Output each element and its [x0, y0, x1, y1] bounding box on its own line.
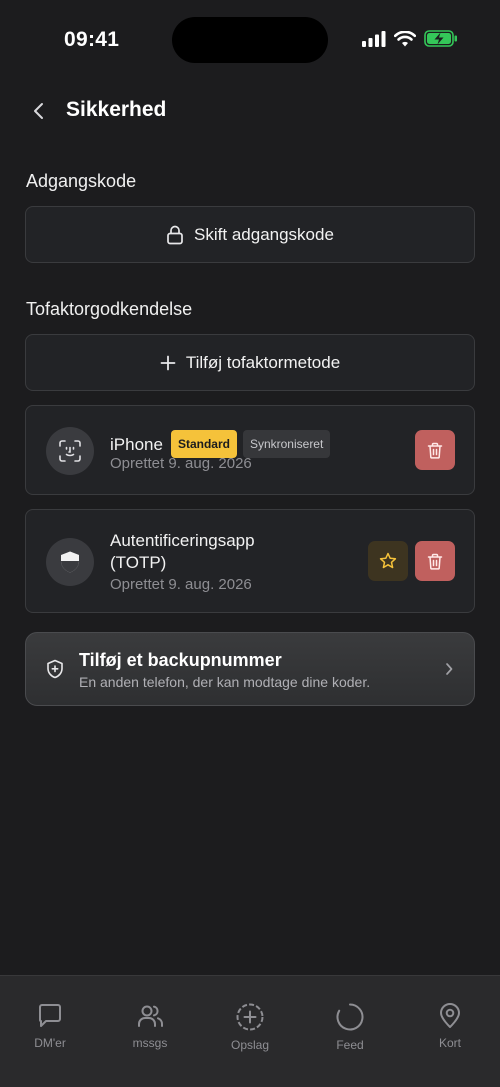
header: Sikkerhed	[0, 90, 500, 132]
tab-label: mssgs	[132, 1036, 168, 1050]
method-created: Oprettet 9. aug. 2026	[110, 576, 252, 593]
shield-plus-icon	[47, 659, 63, 679]
add-backup-number-card[interactable]: Tilføj et backupnummer En anden telefon,…	[25, 632, 475, 706]
password-section-title: Adgangskode	[26, 171, 137, 191]
method-avatar	[46, 538, 94, 586]
shield-icon	[61, 551, 79, 573]
map-pin-icon	[440, 1003, 460, 1028]
delete-iphone-method-button[interactable]	[415, 430, 455, 470]
lock-icon	[167, 225, 183, 244]
tab-mssgs[interactable]: mssgs	[115, 1002, 185, 1050]
circle-icon	[336, 1003, 364, 1031]
status-time: 09:41	[64, 28, 120, 51]
add-twofa-method-button[interactable]: Tilføj tofaktormetode	[25, 334, 475, 391]
security-screen: 09:41 Sikkerhed Adgangskode Skift adgang…	[0, 0, 500, 1087]
status-icons	[362, 30, 458, 47]
chevron-right-icon	[446, 663, 453, 675]
users-icon	[138, 1005, 164, 1027]
method-avatar	[46, 427, 94, 475]
star-icon	[379, 552, 397, 569]
standard-badge: Standard	[170, 430, 237, 458]
wifi-icon	[394, 30, 416, 46]
page-title: Sikkerhed	[66, 98, 167, 121]
twofa-method-totp: Autentificeringsapp (TOTP) Oprettet 9. a…	[25, 509, 475, 613]
method-name-row: iPhone Standard Synkroniseret	[110, 430, 331, 458]
twofa-section-title: Tofaktorgodkendelse	[26, 299, 193, 319]
add-twofa-method-label: Tilføj tofaktormetode	[185, 352, 341, 372]
tab-label: Opslag	[230, 1038, 270, 1052]
change-password-label: Skift adgangskode	[194, 224, 334, 244]
delete-totp-method-button[interactable]	[415, 541, 455, 581]
face-id-icon	[59, 440, 81, 462]
back-button[interactable]	[24, 96, 54, 126]
tab-label: DM'er	[34, 1036, 66, 1050]
trash-icon	[427, 442, 443, 459]
method-name: iPhone	[110, 435, 163, 454]
tab-label: Kort	[438, 1036, 461, 1050]
tab-feed[interactable]: Feed	[315, 1002, 385, 1052]
method-name-row: Autentificeringsapp (TOTP)	[110, 530, 255, 574]
signal-icon	[362, 30, 386, 47]
tab-dms[interactable]: DM'er	[15, 1002, 85, 1050]
plus-circle-icon	[236, 1003, 264, 1031]
dynamic-island	[172, 17, 328, 63]
method-name-line1: Autentificeringsapp	[110, 531, 255, 550]
tab-kort[interactable]: Kort	[415, 1002, 485, 1050]
tab-bar: DM'er mssgs Opslag Feed Kort	[0, 975, 500, 1087]
tab-label: Feed	[336, 1038, 364, 1052]
change-password-button[interactable]: Skift adgangskode	[25, 206, 475, 263]
backup-title: Tilføj et backupnummer	[79, 650, 282, 670]
method-name-line2: (TOTP)	[110, 553, 167, 572]
battery-charging-icon	[424, 30, 457, 47]
trash-icon	[427, 553, 443, 570]
synced-badge: Synkroniseret	[242, 430, 331, 458]
set-default-totp-button[interactable]	[368, 541, 408, 581]
twofa-method-iphone: iPhone Standard Synkroniseret Oprettet 9. …	[25, 405, 475, 495]
backup-subtitle: En anden telefon, der kan modtage dine k…	[79, 674, 371, 690]
status-bar: 09:41	[0, 0, 500, 80]
chevron-left-icon	[34, 103, 43, 119]
tab-opslag[interactable]: Opslag	[215, 1002, 285, 1052]
chat-bubble-icon	[39, 1004, 61, 1027]
method-created: Oprettet 9. aug. 2026	[110, 455, 252, 472]
plus-icon	[160, 355, 176, 370]
